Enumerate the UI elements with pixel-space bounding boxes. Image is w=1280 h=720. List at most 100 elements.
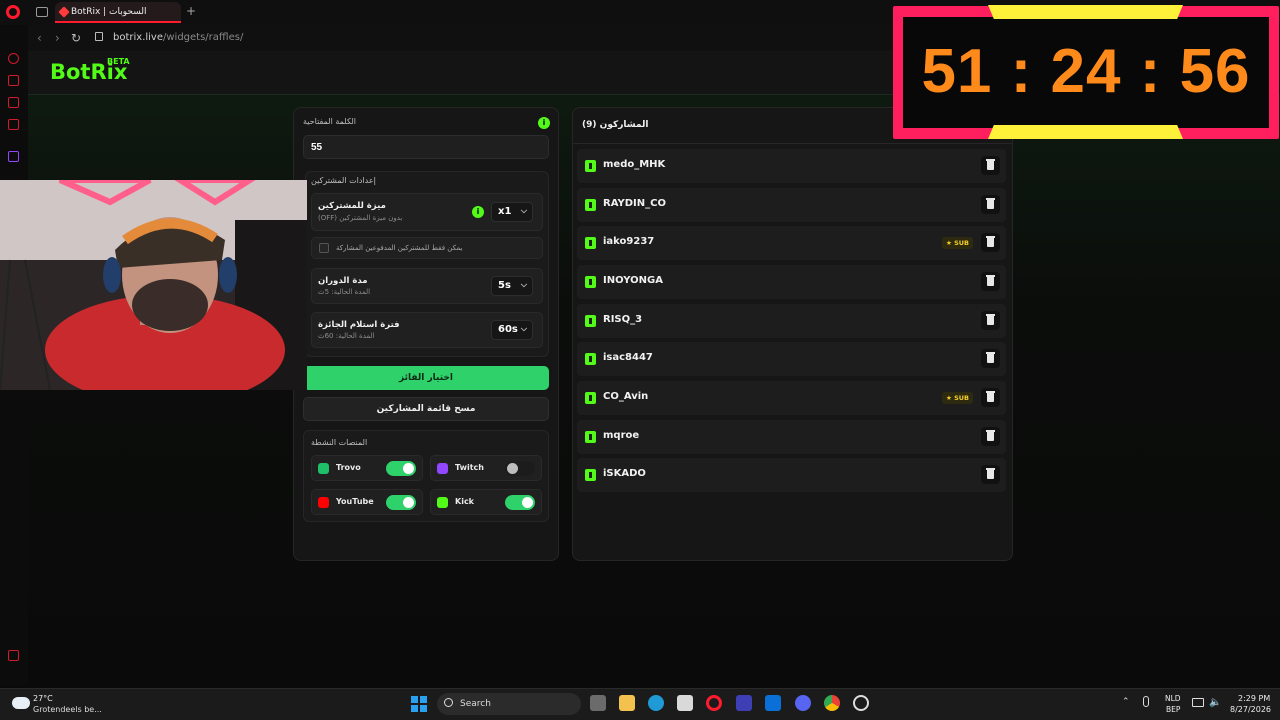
forward-icon[interactable]: › xyxy=(55,31,60,45)
chrome-icon[interactable] xyxy=(824,695,840,711)
network-icon[interactable] xyxy=(1192,698,1204,707)
sub-bonus-select[interactable]: x1 ⌵ xyxy=(491,202,533,222)
pick-winner-button[interactable]: اختيار الفائز xyxy=(303,366,549,390)
twitch-toggle[interactable] xyxy=(505,461,535,476)
app-icon[interactable] xyxy=(736,695,752,711)
platform-kick: Kick xyxy=(430,489,542,515)
timer-accent-top xyxy=(988,5,1183,19)
divider xyxy=(573,143,1012,144)
search-icon xyxy=(444,698,453,707)
discord-icon[interactable] xyxy=(795,695,811,711)
volume-icon[interactable]: 🔈 xyxy=(1209,697,1221,708)
youtube-icon xyxy=(318,497,329,508)
windows-taskbar xyxy=(0,688,1280,720)
kick-icon xyxy=(585,469,596,481)
input-language[interactable]: NLD xyxy=(1165,694,1181,703)
sidebar-crypto-wallet-icon[interactable] xyxy=(8,75,19,86)
kick-icon xyxy=(585,315,596,327)
countdown-timer: 51 : 24 : 56 xyxy=(921,37,1251,106)
file-explorer-icon[interactable] xyxy=(619,695,635,711)
platform-trovo: Trovo xyxy=(311,455,423,481)
app-icon[interactable] xyxy=(765,695,781,711)
sub-bonus-value: x1 xyxy=(498,206,512,217)
sub-bonus-info-icon[interactable]: i xyxy=(472,206,484,218)
kick-icon xyxy=(585,392,596,404)
platform-youtube: YouTube xyxy=(311,489,423,515)
edge-icon[interactable] xyxy=(648,695,664,711)
claim-period-label: فترة استلام الجائزة xyxy=(318,320,400,330)
followers-only-checkbox[interactable] xyxy=(319,243,329,253)
microphone-icon[interactable] xyxy=(1143,696,1149,707)
chevron-down-icon: ⌵ xyxy=(520,280,527,289)
opera-gx-icon[interactable] xyxy=(706,695,722,711)
chevron-down-icon: ⌵ xyxy=(520,206,527,215)
participant-row: medo_MHK xyxy=(577,149,1006,183)
clear-participants-button[interactable]: مسح قائمة المشاركين xyxy=(303,397,549,421)
youtube-toggle[interactable] xyxy=(386,495,416,510)
kick-icon xyxy=(585,276,596,288)
kick-toggle[interactable] xyxy=(505,495,535,510)
keyword-label: الكلمة المفتاحية xyxy=(303,117,357,126)
participant-name: CO_Avin xyxy=(603,391,649,402)
spin-duration-select[interactable]: 5s ⌵ xyxy=(491,276,533,296)
input-layout[interactable]: BEP xyxy=(1166,705,1180,714)
sidebar-messenger-icon[interactable] xyxy=(8,97,19,108)
store-icon[interactable] xyxy=(677,695,693,711)
participant-name: iSKADO xyxy=(603,468,646,479)
claim-period-select[interactable]: 60s ⌵ xyxy=(491,320,533,340)
reload-icon[interactable]: ↻ xyxy=(71,31,81,45)
taskbar-search[interactable]: Search xyxy=(437,693,581,715)
sidebar-twitch-icon[interactable] xyxy=(8,151,19,162)
sidebar-instagram-icon[interactable] xyxy=(8,119,19,130)
keyword-input[interactable] xyxy=(303,135,549,159)
webcam-overlay xyxy=(0,180,307,390)
url-field[interactable]: botrix.live/widgets/raffles/ xyxy=(113,32,243,43)
opera-menu-icon[interactable] xyxy=(6,5,20,19)
info-icon[interactable]: i xyxy=(538,117,550,129)
url-host: botrix.live xyxy=(113,32,163,43)
weather-cloud-icon[interactable] xyxy=(12,697,30,709)
twitch-icon xyxy=(437,463,448,474)
back-icon[interactable]: ‹ xyxy=(37,31,42,45)
active-platforms-title: المنصات النشطة xyxy=(311,438,368,447)
browser-tab[interactable]: BotRix | السحوبات xyxy=(55,2,181,23)
trash-icon[interactable] xyxy=(981,427,1000,446)
followers-only-label: يمكن فقط للمشتركين المدفوعين المشاركة xyxy=(336,244,463,252)
new-tab-button[interactable]: + xyxy=(186,4,196,18)
sidebar-aria-icon[interactable] xyxy=(8,53,19,64)
beta-badge: BETA xyxy=(107,57,130,66)
participant-row: RISQ_3 xyxy=(577,304,1006,338)
tray-chevron-up-icon[interactable]: ⌃ xyxy=(1122,697,1130,707)
tab-islands-icon[interactable] xyxy=(36,7,48,17)
trash-icon[interactable] xyxy=(981,272,1000,291)
trovo-toggle[interactable] xyxy=(386,461,416,476)
trash-icon[interactable] xyxy=(981,156,1000,175)
kick-icon xyxy=(585,353,596,365)
spin-duration-value: 5s xyxy=(498,280,511,291)
task-view-icon[interactable] xyxy=(590,695,606,711)
platform-name: YouTube xyxy=(336,497,374,506)
trash-icon[interactable] xyxy=(981,465,1000,484)
trash-icon[interactable] xyxy=(981,195,1000,214)
trash-icon[interactable] xyxy=(981,388,1000,407)
clock-time[interactable]: 2:29 PM xyxy=(1238,694,1270,703)
participant-row: INOYONGA xyxy=(577,265,1006,299)
participant-row: iSKADO xyxy=(577,458,1006,492)
claim-period-current: المدة الحالية: 60ث xyxy=(318,332,375,340)
app-icon[interactable] xyxy=(853,695,869,711)
participant-name: isac8447 xyxy=(603,352,653,363)
participant-name: medo_MHK xyxy=(603,159,666,170)
sidebar-gx-icon[interactable] xyxy=(8,650,19,661)
platform-name: Trovo xyxy=(336,463,361,472)
windows-start-icon[interactable] xyxy=(411,696,427,712)
sub-badge: ★ SUB xyxy=(941,237,973,249)
weather-temperature[interactable]: 27°C xyxy=(33,694,53,703)
trash-icon[interactable] xyxy=(981,311,1000,330)
clock-date[interactable]: 8/27/2026 xyxy=(1230,705,1271,714)
trash-icon[interactable] xyxy=(981,233,1000,252)
trash-icon[interactable] xyxy=(981,349,1000,368)
weather-description[interactable]: Grotendeels be... xyxy=(33,705,102,714)
participant-row: RAYDIN_CO xyxy=(577,188,1006,222)
tab-title: BotRix | السحوبات xyxy=(71,7,147,17)
webcam-feed-image xyxy=(0,180,307,390)
